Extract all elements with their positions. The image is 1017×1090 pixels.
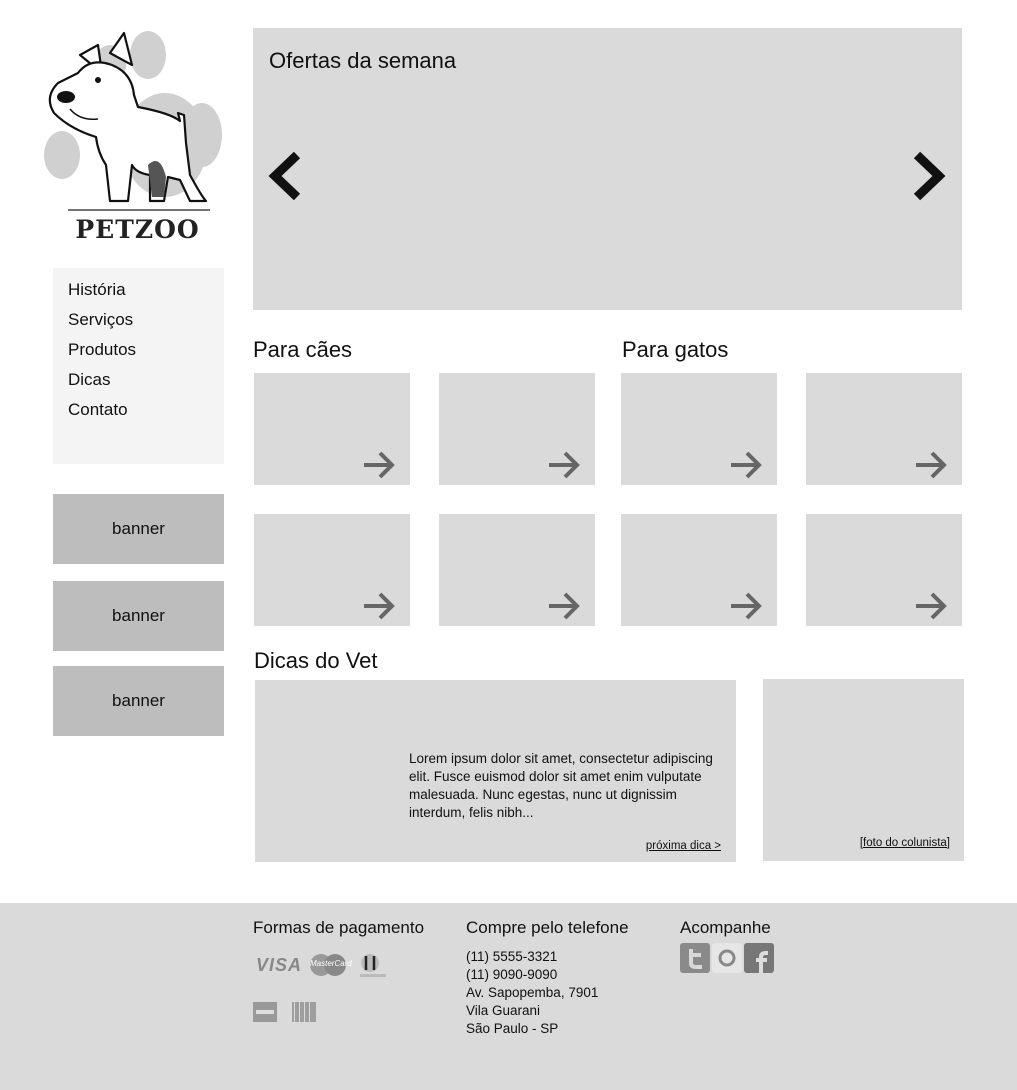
dog-logo-icon: [44, 31, 222, 211]
nav-item-contato[interactable]: Contato: [68, 400, 128, 420]
offers-carousel: Ofertas da semana: [253, 28, 962, 310]
next-tip-link[interactable]: próxima dica >: [646, 840, 721, 852]
dogs-section-title: Para cães: [253, 337, 353, 362]
photo-label: [foto do colunista]: [859, 837, 950, 849]
sidebar-banner-1[interactable]: banner: [53, 494, 224, 564]
chevron-right-icon: [913, 151, 946, 201]
sidebar-banner-3[interactable]: banner: [53, 666, 224, 736]
carousel-next-button[interactable]: [911, 151, 947, 201]
chevron-left-icon: [268, 151, 301, 201]
payment-title: Formas de pagamento: [253, 918, 425, 937]
cat-product-tile[interactable]: [806, 373, 962, 485]
tips-section-title: Dicas do Vet: [254, 648, 378, 673]
diners-icon: [358, 950, 388, 980]
sidebar-nav: História Serviços Produtos Dicas Contato: [53, 268, 224, 464]
dog-product-tile[interactable]: [254, 373, 410, 485]
logo[interactable]: PETZOO: [40, 25, 235, 250]
carousel-prev-button[interactable]: [267, 151, 303, 201]
dog-product-tile[interactable]: [439, 373, 595, 485]
arrow-right-icon[interactable]: [914, 450, 948, 480]
arrow-right-icon[interactable]: [729, 450, 763, 480]
nav-item-servicos[interactable]: Serviços: [68, 310, 133, 330]
carousel-title: Ofertas da semana: [269, 48, 457, 73]
arrow-right-icon[interactable]: [362, 591, 396, 621]
arrow-right-icon[interactable]: [729, 591, 763, 621]
facebook-icon[interactable]: [744, 943, 774, 973]
phone-line-2: (11) 9090-9090: [466, 967, 558, 982]
twitter-icon[interactable]: [680, 943, 710, 973]
vet-tip-card: Lorem ipsum dolor sit amet, consectetur …: [255, 680, 736, 862]
cat-product-tile[interactable]: [621, 514, 777, 626]
nav-item-historia[interactable]: História: [68, 280, 126, 300]
address-district: Vila Guarani: [466, 1003, 541, 1018]
cat-product-tile[interactable]: [806, 514, 962, 626]
cats-section-title: Para gatos: [622, 337, 729, 362]
dog-product-tile[interactable]: [439, 514, 595, 626]
arrow-right-icon[interactable]: [547, 591, 581, 621]
address-street: Av. Sapopemba, 7901: [466, 985, 599, 1000]
phone-title: Compre pelo telefone: [466, 918, 629, 937]
tip-text: Lorem ipsum dolor sit amet, consectetur …: [409, 751, 713, 820]
nav-item-dicas[interactable]: Dicas: [68, 370, 111, 390]
address-city: São Paulo - SP: [466, 1021, 559, 1036]
cat-product-tile[interactable]: [621, 373, 777, 485]
phone-line-1: (11) 5555-3321: [466, 949, 558, 964]
barcode-icon: [292, 1002, 316, 1022]
amex-icon: [253, 1002, 277, 1022]
mastercard-icon: MasterCard: [308, 953, 352, 977]
logo-text: PETZOO: [75, 215, 200, 244]
dog-product-tile[interactable]: [254, 514, 410, 626]
follow-title: Acompanhe: [680, 918, 771, 937]
visa-icon: VISA: [256, 955, 303, 975]
arrow-right-icon[interactable]: [547, 450, 581, 480]
arrow-right-icon[interactable]: [362, 450, 396, 480]
orkut-icon[interactable]: [712, 943, 742, 973]
nav-item-produtos[interactable]: Produtos: [68, 340, 136, 360]
columnist-photo: [foto do colunista]: [763, 679, 964, 861]
sidebar-banner-2[interactable]: banner: [53, 581, 224, 651]
arrow-right-icon[interactable]: [914, 591, 948, 621]
